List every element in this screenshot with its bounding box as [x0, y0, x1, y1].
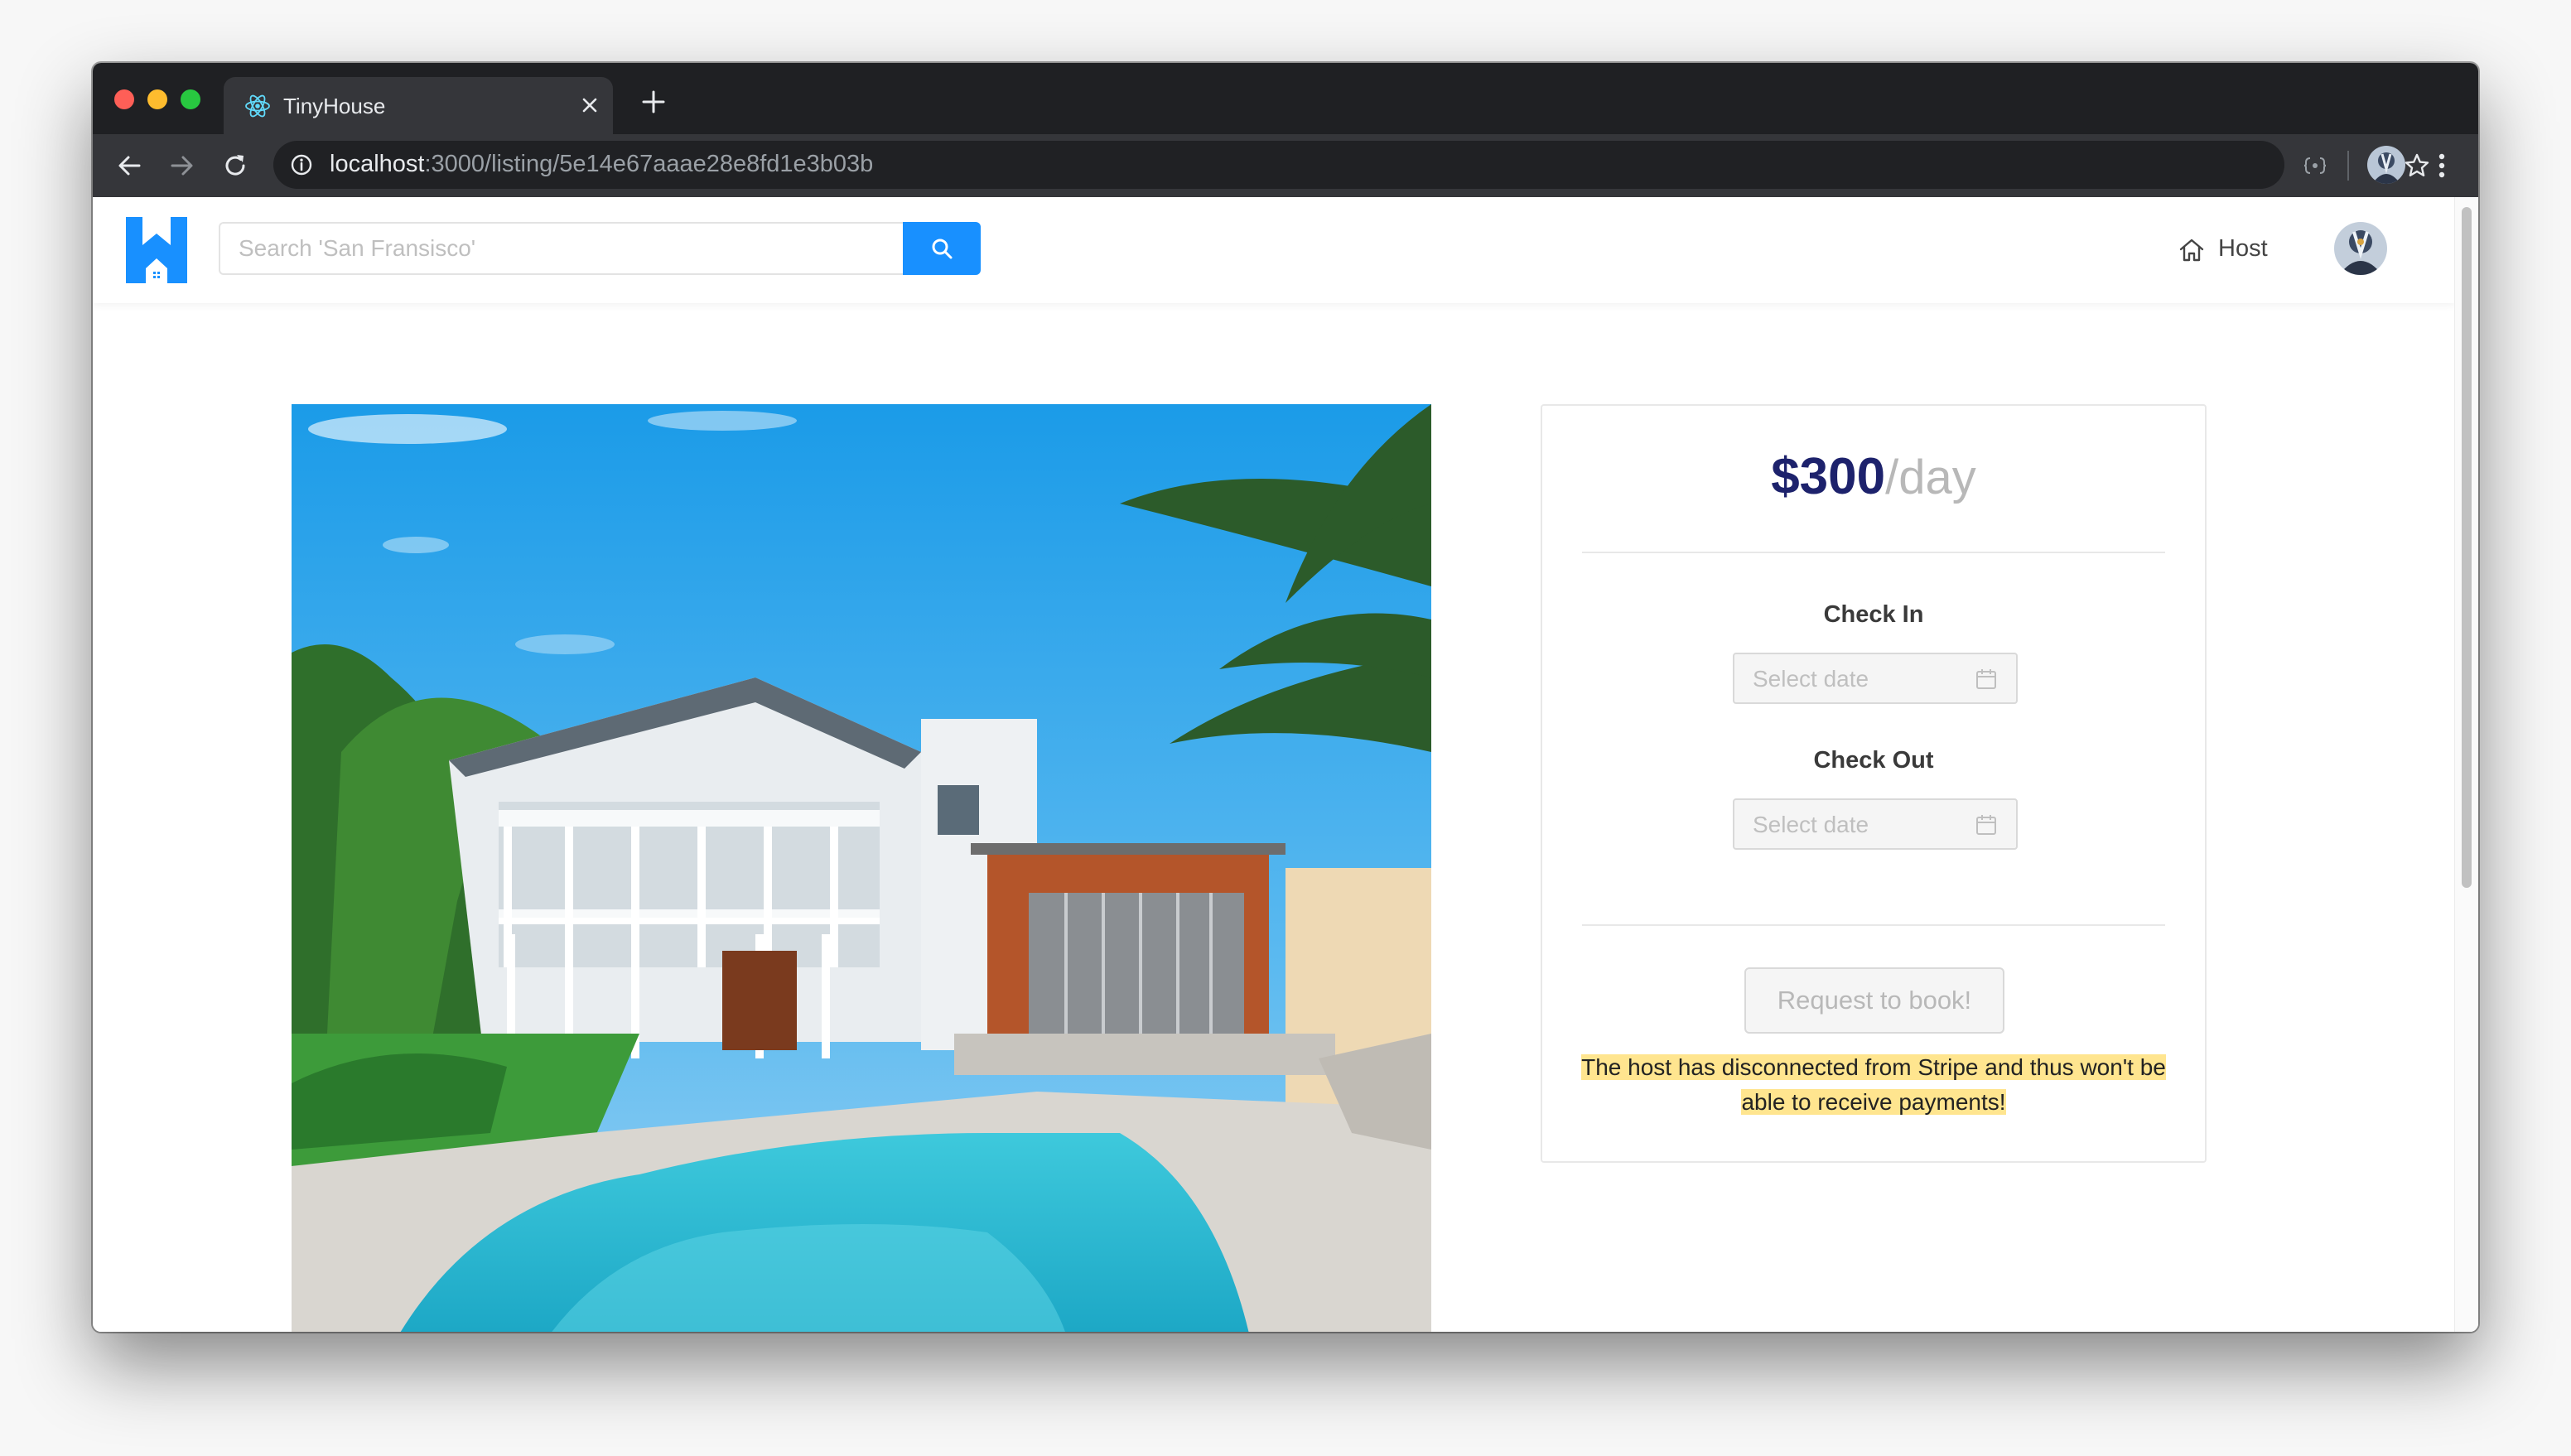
react-icon: [245, 94, 270, 118]
url-host: localhost: [330, 151, 425, 177]
scrollbar-thumb[interactable]: [2462, 207, 2472, 888]
listing-photo: [292, 404, 1431, 1332]
app-header: Host: [93, 197, 2455, 303]
search-button[interactable]: [903, 222, 981, 275]
listing-price: $300/day: [1542, 447, 2205, 506]
page-viewport: Host: [93, 197, 2478, 1332]
check-in-datepicker[interactable]: Select date: [1733, 653, 2018, 704]
tab-title: TinyHouse: [283, 94, 386, 118]
close-tab-icon[interactable]: [578, 94, 601, 117]
check-out-placeholder: Select date: [1753, 812, 1869, 837]
info-icon[interactable]: [290, 153, 313, 176]
close-window-button[interactable]: [114, 89, 134, 109]
calendar-icon: [1976, 669, 1996, 689]
search-bar: [219, 222, 981, 275]
request-to-book-button[interactable]: Request to book!: [1744, 967, 2004, 1034]
check-out-label: Check Out: [1813, 747, 1934, 774]
check-in-label: Check In: [1823, 601, 1924, 628]
extension-icon[interactable]: [2303, 156, 2327, 176]
browser-menu-icon[interactable]: [2437, 151, 2447, 181]
browser-profile-avatar[interactable]: [2367, 146, 2405, 184]
host-label: Host: [2218, 235, 2268, 262]
stripe-warning-text: The host has disconnected from Stripe an…: [1581, 1054, 2166, 1115]
check-out-datepicker[interactable]: Select date: [1733, 798, 2018, 850]
minimize-window-button[interactable]: [147, 89, 167, 109]
user-avatar-icon: [2334, 222, 2387, 275]
browser-window: TinyHouse localhost:3000/listing/5e14e67…: [93, 63, 2478, 1332]
browser-tab[interactable]: TinyHouse: [224, 77, 613, 134]
new-tab-icon[interactable]: [641, 89, 666, 114]
listing-image: [292, 404, 1431, 1332]
booking-divider-top: [1582, 552, 2165, 553]
bookmark-star-icon[interactable]: [2404, 152, 2430, 179]
check-in-placeholder: Select date: [1753, 666, 1869, 692]
booking-divider-bottom: [1582, 924, 2165, 926]
tinyhouse-logo[interactable]: [126, 217, 187, 283]
back-arrow-icon[interactable]: [114, 151, 144, 181]
booking-card: $300/day Check In Select date Check Out …: [1541, 404, 2207, 1163]
browser-toolbar: localhost:3000/listing/5e14e67aaae28e8fd…: [93, 134, 2478, 197]
reload-icon[interactable]: [220, 151, 250, 181]
address-bar[interactable]: localhost:3000/listing/5e14e67aaae28e8fd…: [273, 141, 2429, 189]
profile-avatar-icon: [2367, 146, 2405, 184]
price-unit: /day: [1885, 451, 1976, 504]
url-path: :3000/listing/5e14e67aaae28e8fd1e3b03b: [424, 151, 874, 177]
maximize-window-button[interactable]: [181, 89, 200, 109]
toolbar-divider: [2347, 151, 2349, 181]
price-amount: $300: [1771, 448, 1886, 505]
search-input[interactable]: [219, 222, 903, 275]
search-icon: [932, 239, 953, 259]
browser-tab-bar: TinyHouse: [93, 63, 2478, 134]
stripe-warning: The host has disconnected from Stripe an…: [1575, 1050, 2172, 1120]
page-scrollbar[interactable]: [2454, 197, 2478, 1332]
home-icon: [2179, 239, 2204, 262]
user-avatar[interactable]: [2334, 222, 2387, 275]
calendar-icon: [1976, 815, 1996, 835]
url-text: localhost:3000/listing/5e14e67aaae28e8fd…: [330, 151, 873, 178]
forward-arrow-icon[interactable]: [167, 151, 197, 181]
